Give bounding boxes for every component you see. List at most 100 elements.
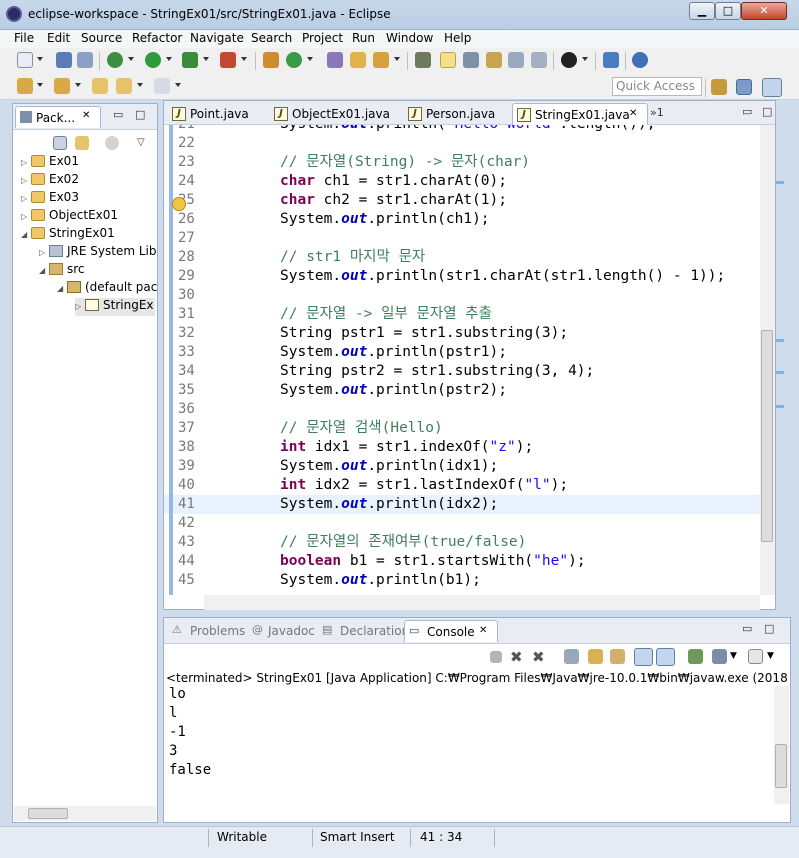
editor-vertical-scrollbar[interactable]	[760, 125, 775, 595]
code-line[interactable]: 35 System.out.println(pstr2);	[164, 381, 762, 400]
chevron-down-icon[interactable]: ▼	[730, 651, 737, 661]
link-with-editor-icon[interactable]	[75, 136, 89, 150]
code-line[interactable]: 26 System.out.println(ch1);	[164, 210, 762, 229]
expand-icon[interactable]: ▷	[21, 158, 31, 167]
menu-run[interactable]: Run	[352, 31, 375, 45]
code-line[interactable]: 38 int idx1 = str1.indexOf("z");	[164, 438, 762, 457]
code-line[interactable]: 22	[164, 134, 762, 153]
code-text[interactable]: System.out.println(idx1);	[280, 457, 498, 476]
show-whitespace-icon[interactable]	[508, 52, 524, 68]
code-line[interactable]: 43// 문자열의 존재여부(true/false)	[164, 533, 762, 552]
tab-package-explorer[interactable]: Pack... ✕	[15, 106, 101, 128]
quick-access-field[interactable]: Quick Access	[612, 77, 702, 96]
maximize-view-icon[interactable]: □	[764, 622, 774, 635]
search-icon[interactable]	[373, 52, 389, 68]
code-text[interactable]: int idx2 = str1.lastIndexOf("l");	[280, 476, 568, 495]
menu-source[interactable]: Source	[81, 31, 122, 45]
chevron-down-icon[interactable]: ▽	[137, 137, 145, 148]
profile-icon[interactable]	[561, 52, 577, 68]
toggle-block-selection-icon[interactable]	[463, 52, 479, 68]
console-output[interactable]: lo l -1 3 false	[164, 686, 774, 804]
code-text[interactable]: // 문자열(String) -> 문자(char)	[280, 153, 530, 172]
save-icon[interactable]	[56, 52, 72, 68]
explorer-horizontal-scrollbar[interactable]	[14, 806, 156, 821]
chevron-down-icon[interactable]	[166, 57, 172, 61]
back-arrow-icon[interactable]	[116, 78, 132, 94]
remove-all-launches-icon[interactable]: ✖	[532, 648, 545, 666]
tree-item-ex02[interactable]: ▷ Ex02	[21, 172, 79, 190]
word-wrap-icon[interactable]	[610, 649, 625, 664]
expand-icon[interactable]: ▷	[39, 248, 49, 257]
pin-icon[interactable]	[632, 52, 648, 68]
show-on-stdout-icon[interactable]	[634, 648, 653, 666]
expand-icon[interactable]: ▷	[21, 212, 31, 221]
code-line[interactable]: 31// 문자열 -> 일부 문자열 추출	[164, 305, 762, 324]
collapse-all-icon[interactable]	[53, 136, 67, 150]
minimize-view-icon[interactable]: ▭	[742, 622, 752, 635]
chevron-down-icon[interactable]: ▼	[767, 651, 774, 661]
expand-icon[interactable]: ▷	[21, 194, 31, 203]
menu-file[interactable]: File	[14, 31, 34, 45]
close-button[interactable]: ✕	[741, 2, 787, 20]
overview-marker[interactable]	[776, 405, 784, 408]
previous-annotation-icon[interactable]	[54, 78, 70, 94]
code-text[interactable]: System.out.println(pstr2);	[280, 381, 507, 400]
tab-point-java[interactable]: J Point.java	[168, 103, 272, 125]
code-line[interactable]: 45 System.out.println(b1);	[164, 571, 762, 590]
view-menu-icon[interactable]	[105, 136, 119, 150]
open-perspective-icon[interactable]	[711, 79, 727, 95]
chevron-down-icon[interactable]	[37, 83, 43, 87]
scrollbar-thumb[interactable]	[761, 330, 773, 542]
close-icon[interactable]: ✕	[629, 108, 637, 119]
toggle-breakpoint-icon[interactable]	[415, 52, 431, 68]
code-line[interactable]: 27	[164, 229, 762, 248]
close-icon[interactable]: ✕	[479, 625, 487, 636]
overview-marker[interactable]	[776, 371, 784, 374]
code-line[interactable]: 39 System.out.println(idx1);	[164, 457, 762, 476]
tree-item-stringex01-java[interactable]: ▷ StringEx	[75, 298, 155, 316]
new-icon[interactable]	[17, 52, 33, 68]
code-area[interactable]: 21System.out.println("Hello World".lengt…	[164, 125, 762, 595]
code-line[interactable]: 34 String pstr2 = str1.substring(3, 4);	[164, 362, 762, 381]
code-text[interactable]: System.out.println(pstr1);	[280, 343, 507, 362]
code-line[interactable]: 29 System.out.println(str1.charAt(str1.le…	[164, 267, 762, 286]
coverage-icon[interactable]	[182, 52, 198, 68]
console-vertical-scrollbar[interactable]	[774, 686, 789, 804]
new-java-package-icon[interactable]	[263, 52, 279, 68]
status-insert-mode[interactable]: Smart Insert	[320, 830, 395, 844]
external-tools-icon[interactable]	[220, 52, 236, 68]
expand-icon[interactable]: ▷	[75, 302, 85, 311]
overview-marker[interactable]	[776, 339, 784, 342]
chevron-down-icon[interactable]	[241, 57, 247, 61]
tab-person-java[interactable]: J Person.java	[404, 103, 508, 125]
overview-marker[interactable]	[776, 181, 784, 184]
code-text[interactable]: boolean b1 = str1.startsWith("he");	[280, 552, 586, 571]
menu-navigate[interactable]: Navigate	[190, 31, 244, 45]
last-edit-location-icon[interactable]	[92, 78, 108, 94]
menu-project[interactable]: Project	[302, 31, 343, 45]
code-text[interactable]: System.out.println(idx2);	[280, 495, 498, 514]
debug-icon[interactable]	[107, 52, 123, 68]
code-line[interactable]: 23// 문자열(String) -> 문자(char)	[164, 153, 762, 172]
tree-item-stringex01[interactable]: ◢ StringEx01	[21, 226, 115, 244]
maximize-button[interactable]: □	[715, 2, 741, 20]
minimize-view-icon[interactable]: ▭	[742, 105, 752, 118]
display-console-icon[interactable]	[712, 649, 727, 664]
next-annotation-icon[interactable]	[17, 78, 33, 94]
word-wrap-icon[interactable]	[486, 52, 502, 68]
tab-overflow-chevron[interactable]: »1	[650, 106, 664, 119]
code-line[interactable]: 41 System.out.println(idx2);	[164, 495, 762, 514]
save-all-icon[interactable]	[77, 52, 93, 68]
code-line[interactable]: 36	[164, 400, 762, 419]
menu-refactor[interactable]: Refactor	[132, 31, 182, 45]
chevron-down-icon[interactable]	[75, 83, 81, 87]
tab-problems[interactable]: ⚠ Problems	[168, 620, 246, 642]
clear-console-icon[interactable]	[564, 649, 579, 664]
code-line[interactable]: 25 char ch2 = str1.charAt(1);	[164, 191, 762, 210]
warning-icon[interactable]	[172, 197, 186, 211]
java-perspective-icon[interactable]	[762, 78, 782, 97]
code-text[interactable]: String pstr1 = str1.substring(3);	[280, 324, 568, 343]
code-text[interactable]: int idx1 = str1.indexOf("z");	[280, 438, 533, 457]
chevron-down-icon[interactable]	[37, 57, 43, 61]
code-line[interactable]: 28// str1 마지막 문자	[164, 248, 762, 267]
